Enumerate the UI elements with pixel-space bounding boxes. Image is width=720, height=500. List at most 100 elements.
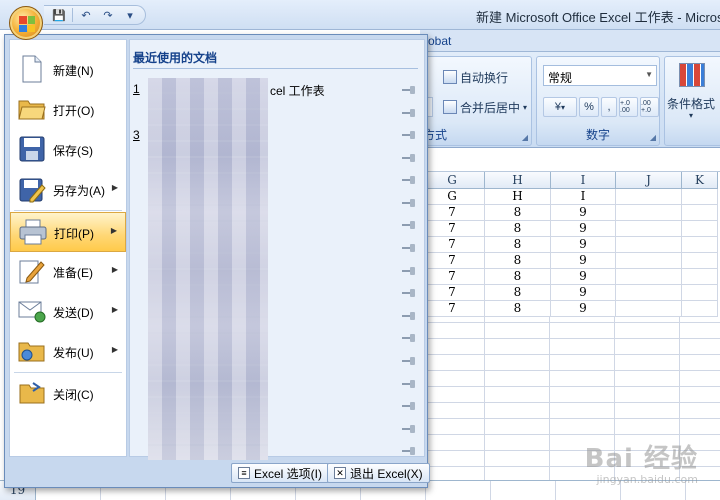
wrap-text-button[interactable]: 自动换行 [443,67,508,87]
cell[interactable]: I [551,189,616,205]
pin-icon[interactable] [402,199,416,207]
office-button[interactable] [9,6,43,40]
cell[interactable]: 7 [420,269,485,285]
pin-icon[interactable] [402,425,416,433]
merge-center-button[interactable]: 合并后居中 ▾ [443,97,527,117]
column-header-k[interactable]: K [682,172,718,189]
cell[interactable]: 9 [551,237,616,253]
cell[interactable]: 9 [551,221,616,237]
recent-documents-title: 最近使用的文档 [133,51,218,65]
menu-item-save[interactable]: 保存(S) [10,130,126,170]
comma-button[interactable]: , [601,97,617,117]
pin-icon[interactable] [402,131,416,139]
menu-item-prepare[interactable]: 准备(E) ▶ [10,252,126,292]
pin-icon[interactable] [402,289,416,297]
cell[interactable]: H [485,189,551,205]
pin-icon[interactable] [402,447,416,455]
cell[interactable]: 9 [551,269,616,285]
chevron-down-icon: ▾ [689,111,694,120]
cell[interactable]: 8 [485,269,551,285]
cell[interactable]: 7 [420,253,485,269]
currency-button[interactable]: ¥ ▾ [543,97,577,117]
cell[interactable]: 8 [485,301,551,317]
cell[interactable] [616,205,682,221]
menu-item-publish[interactable]: 发布(U) ▶ [10,332,126,372]
cell[interactable] [682,301,718,317]
pin-icon[interactable] [402,357,416,365]
cell[interactable]: 9 [551,285,616,301]
excel-options-button[interactable]: ≡ Excel 选项(I) [231,463,330,483]
cell[interactable] [682,269,718,285]
cell[interactable]: 8 [485,253,551,269]
increase-decimal-button[interactable]: +.0 .00 [619,97,638,117]
cell[interactable]: 8 [485,237,551,253]
column-header-g[interactable]: G [420,172,485,189]
menu-item-print[interactable]: 打印(P) ▶ [10,212,126,252]
column-header-i[interactable]: I [551,172,616,189]
pin-icon[interactable] [402,267,416,275]
menu-item-send[interactable]: 发送(D) ▶ [10,292,126,332]
dialog-launcher-icon[interactable]: ◢ [650,133,656,142]
cell[interactable] [616,269,682,285]
cell[interactable] [616,301,682,317]
conditional-format-button[interactable]: 条件格式 [667,93,715,113]
cell[interactable]: 7 [420,205,485,221]
formula-bar[interactable] [420,148,720,172]
menu-item-open[interactable]: 打开(O) [10,90,126,130]
cell[interactable]: 8 [485,205,551,221]
cell[interactable] [682,205,718,221]
pin-icon[interactable] [402,86,416,94]
redo-icon[interactable]: ↷ [99,7,117,23]
dialog-launcher-icon[interactable]: ◢ [522,133,528,142]
decrease-decimal-button[interactable]: .00 +.0 [640,97,659,117]
pin-icon[interactable] [402,244,416,252]
pin-icon[interactable] [402,154,416,162]
column-header-h[interactable]: H [485,172,551,189]
prepare-pen-icon [17,256,47,286]
cell[interactable]: 7 [420,221,485,237]
pin-icon[interactable] [402,402,416,410]
table-row: 7 8 9 [420,205,718,221]
cell[interactable] [682,253,718,269]
cell[interactable] [616,221,682,237]
cell[interactable] [616,253,682,269]
recent-item-text[interactable]: cel 工作表 [270,82,325,99]
pin-icon[interactable] [402,109,416,117]
tab-acrobat[interactable]: robat [424,34,451,48]
cell[interactable]: G [420,189,485,205]
cell[interactable]: 7 [420,285,485,301]
cell[interactable] [616,237,682,253]
save-icon[interactable]: 💾 [50,7,68,23]
cell[interactable] [616,189,682,205]
pin-icon[interactable] [402,312,416,320]
menu-item-close[interactable]: 关闭(C) [10,374,126,414]
cell[interactable] [682,285,718,301]
cell[interactable]: 9 [551,205,616,221]
pin-icon[interactable] [402,221,416,229]
cell[interactable] [616,285,682,301]
menu-separator [14,372,122,373]
cell[interactable] [682,221,718,237]
percent-button[interactable]: % [579,97,599,117]
cell[interactable]: 7 [420,237,485,253]
cell[interactable]: 9 [551,301,616,317]
cell[interactable] [682,237,718,253]
cell[interactable] [682,189,718,205]
menu-item-new[interactable]: 新建(N) [10,50,126,90]
customize-qat-icon[interactable]: ▾ [121,7,139,23]
number-format-select[interactable]: 常规 ▼ [543,65,657,86]
cell[interactable]: 8 [485,285,551,301]
cell[interactable]: 7 [420,301,485,317]
pin-icon[interactable] [402,380,416,388]
cell[interactable]: 9 [551,253,616,269]
pin-icon[interactable] [402,334,416,342]
redacted-recent-list [148,78,268,460]
exit-excel-button[interactable]: ✕ 退出 Excel(X) [327,463,430,483]
column-header-j[interactable]: J [616,172,682,189]
cell[interactable]: 8 [485,221,551,237]
undo-icon[interactable]: ↶ [77,7,95,23]
pin-icon[interactable] [402,176,416,184]
menu-item-save-as[interactable]: 另存为(A) ▶ [10,170,126,210]
send-envelope-icon [17,296,47,326]
table-row: 7 8 9 [420,285,718,301]
